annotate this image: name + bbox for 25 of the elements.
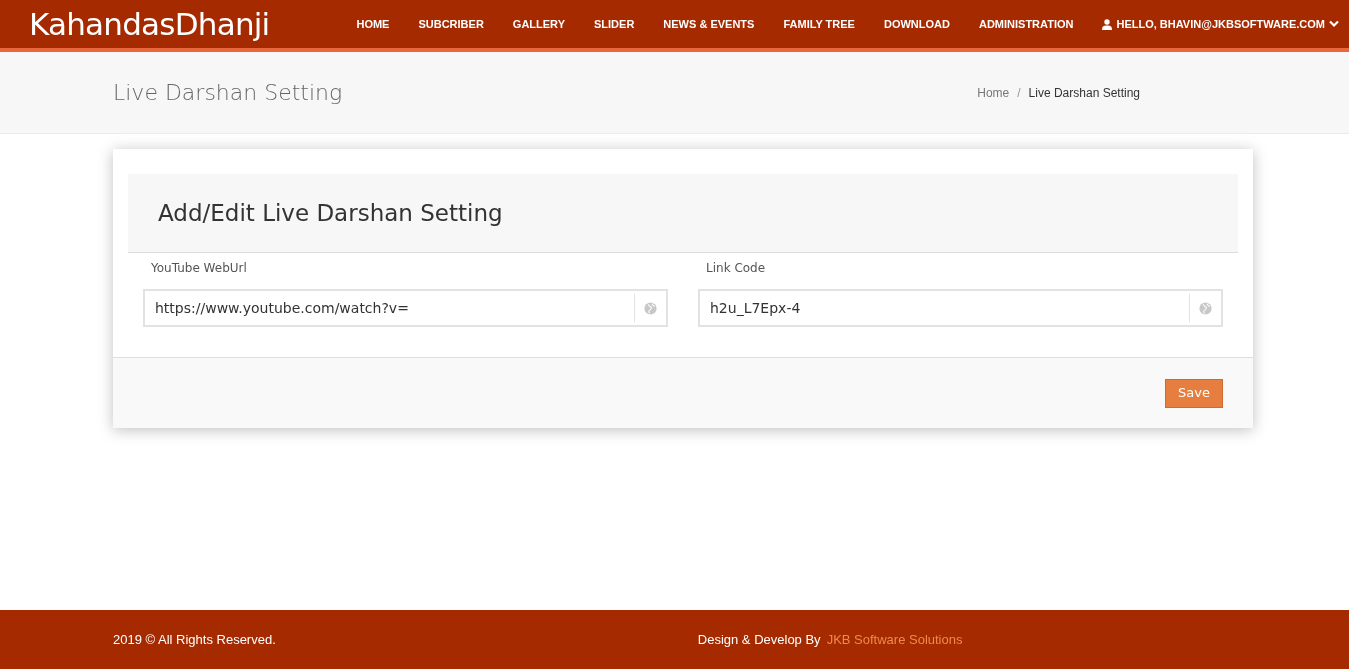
breadcrumb-link[interactable]: Home (977, 83, 1010, 102)
chevron-down-icon (1329, 20, 1339, 28)
user-menu[interactable]: HELLO, BHAVIN@JKBSOFTWARE.COM (1102, 15, 1339, 33)
field-label: Link Code (706, 260, 767, 277)
credit-text: Design & Develop By (697, 630, 821, 649)
text-input[interactable]: h2u_L7Epx-4 (698, 289, 1223, 327)
nav-link[interactable]: NEWS & EVENTS (663, 15, 755, 33)
nav-link[interactable]: DOWNLOAD (883, 15, 950, 33)
field-label: YouTube WebUrl (151, 260, 248, 277)
globe-icon (644, 301, 657, 315)
form-title: Add/Edit Live Darshan Setting (158, 198, 503, 228)
user-icon (1102, 18, 1113, 30)
page-title: Live Darshan Setting (113, 79, 343, 107)
globe-icon (1199, 301, 1212, 315)
nav-link[interactable]: FAMILY TREE (783, 15, 855, 33)
nav-link[interactable]: SLIDER (594, 15, 635, 33)
nav-link[interactable]: HOME (356, 15, 390, 33)
nav-link[interactable]: GALLERY (512, 15, 565, 33)
nav-link[interactable]: ADMINISTRATION (978, 15, 1074, 33)
breadcrumb-separator: / (1017, 84, 1021, 102)
nav-link[interactable]: SUBCRIBER (418, 15, 484, 33)
text-input[interactable]: https://www.youtube.com/watch?v= (143, 289, 668, 327)
breadcrumb-current: Live Darshan Setting (1028, 84, 1140, 102)
copyright-text: 2019 © All Rights Reserved. (113, 630, 276, 649)
site-logo[interactable]: KahandasDhanji (29, 0, 270, 48)
